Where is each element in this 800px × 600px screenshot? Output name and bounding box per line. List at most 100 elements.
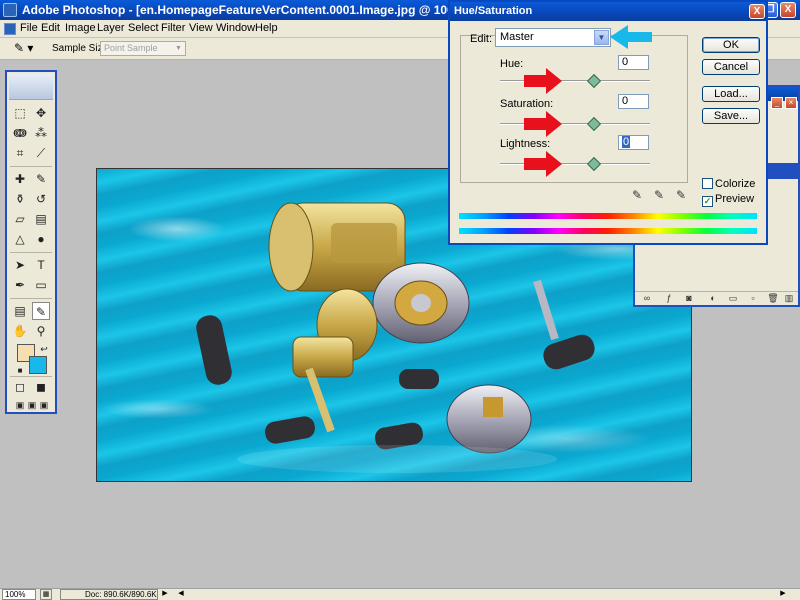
ok-button[interactable]: OK — [702, 37, 760, 53]
clone-stamp-tool-icon[interactable]: ⚱ — [11, 190, 29, 208]
edit-channel-select[interactable]: Master ▼ — [495, 28, 611, 47]
hand-tool-icon[interactable]: ✋ — [11, 322, 29, 340]
magic-wand-tool-icon[interactable]: ⁂ — [32, 124, 50, 142]
menu-file[interactable]: File — [20, 22, 38, 34]
notes-tool-icon[interactable]: ▤ — [11, 302, 29, 320]
slice-tool-icon[interactable]: ⟋ — [32, 144, 50, 162]
status-bar: 100% ▦ Doc: 890.6K/890.6K ▶ ◀ ▶ — [0, 588, 800, 600]
preview-checkbox-box[interactable]: ✓ — [702, 196, 713, 207]
subtract-from-sample-eyedropper-icon[interactable]: ✎ — [676, 188, 690, 202]
colorize-checkbox[interactable]: Colorize — [702, 178, 755, 190]
zoom-tool-icon[interactable]: ⚲ — [32, 322, 50, 340]
photoshop-logo-icon — [3, 3, 17, 17]
palette-minimize-icon[interactable]: _ — [771, 97, 783, 109]
blur-tool-icon[interactable]: △ — [11, 230, 29, 248]
cancel-button[interactable]: Cancel — [702, 59, 760, 75]
output-color-bar — [459, 228, 757, 234]
new-layer-icon[interactable]: ▫ — [747, 292, 759, 304]
toolbox-divider — [10, 298, 52, 299]
toolbox-divider — [10, 376, 52, 377]
crop-tool-icon[interactable]: ⌗ — [11, 144, 29, 162]
sample-size-value: Point Sample — [104, 43, 158, 53]
selected-layer-row[interactable] — [763, 163, 798, 179]
standard-mode-icon[interactable]: ◻ — [11, 378, 29, 396]
hue-input[interactable]: 0 — [618, 55, 649, 70]
colorize-label: Colorize — [715, 178, 756, 190]
blue-arrow-edit-annotation — [610, 25, 652, 49]
saturation-slider-track[interactable] — [500, 123, 650, 125]
dialog-close-button[interactable]: X — [749, 4, 765, 19]
path-selection-tool-icon[interactable]: ➤ — [11, 256, 29, 274]
dodge-tool-icon[interactable]: ● — [32, 230, 50, 248]
type-tool-icon[interactable]: T — [32, 256, 50, 274]
input-color-bar — [459, 213, 757, 219]
brush-tool-icon[interactable]: ✎ — [32, 170, 50, 188]
hue-label: Hue: — [500, 58, 524, 70]
eyedropper-icon[interactable]: ✎ — [632, 188, 646, 202]
menu-window[interactable]: Window — [216, 22, 255, 34]
screen-mode-full-icon[interactable]: ▣ — [35, 396, 53, 414]
shape-tool-icon[interactable]: ▭ — [32, 276, 50, 294]
window-title: Adobe Photoshop - [en.HomepageFeatureVer… — [22, 3, 517, 17]
menu-image[interactable]: Image — [65, 22, 96, 34]
adobe-feather-icon[interactable] — [9, 74, 53, 100]
history-brush-tool-icon[interactable]: ↺ — [32, 190, 50, 208]
palette-close-icon[interactable]: × — [785, 97, 797, 109]
lightness-slider-track[interactable] — [500, 163, 650, 165]
gradient-tool-icon[interactable]: ▤ — [32, 210, 50, 228]
layer-style-icon[interactable]: ƒ — [663, 292, 675, 304]
menu-filter[interactable]: Filter — [161, 22, 185, 34]
new-group-icon[interactable]: ▭ — [727, 292, 739, 304]
scroll-left-icon[interactable]: ◀ — [176, 589, 186, 600]
eyedropper-tool-preset-icon[interactable]: ✎ ▾ — [14, 41, 38, 57]
save-button[interactable]: Save... — [702, 108, 760, 124]
quick-mask-mode-icon[interactable]: ◼ — [32, 378, 50, 396]
move-tool-icon[interactable]: ✥ — [32, 104, 50, 122]
toolbox-divider — [10, 252, 52, 253]
status-menu-arrow-icon[interactable]: ▶ — [160, 589, 170, 600]
red-arrow-lightness-annotation — [524, 151, 562, 177]
chevron-down-icon: ▼ — [175, 45, 182, 52]
document-size-info[interactable]: Doc: 890.6K/890.6K — [60, 589, 158, 600]
edit-channel-value: Master — [500, 31, 534, 43]
lightness-input[interactable]: 0 — [618, 135, 649, 150]
preview-checkbox[interactable]: ✓ Preview — [702, 193, 754, 207]
link-icon[interactable]: ∞ — [641, 292, 653, 304]
scroll-right-icon[interactable]: ▶ — [778, 589, 788, 600]
eraser-tool-icon[interactable]: ▱ — [11, 210, 29, 228]
dialog-title: Hue/Saturation — [450, 2, 766, 21]
eyedropper-tool-icon[interactable]: ✎ — [32, 302, 50, 320]
pen-tool-icon[interactable]: ✒ — [11, 276, 29, 294]
navigator-icon[interactable]: ▦ — [40, 589, 52, 600]
hue-slider-track[interactable] — [500, 80, 650, 82]
menu-select[interactable]: Select — [128, 22, 159, 34]
sample-size-select[interactable]: Point Sample ▼ — [100, 41, 186, 56]
healing-brush-tool-icon[interactable]: ✚ — [11, 170, 29, 188]
add-to-sample-eyedropper-icon[interactable]: ✎ — [654, 188, 668, 202]
delete-layer-icon[interactable]: 🗑 — [767, 292, 779, 304]
marquee-tool-icon[interactable]: ⬚ — [11, 104, 29, 122]
swap-colors-icon[interactable]: ↩ — [35, 340, 53, 358]
red-arrow-saturation-annotation — [524, 111, 562, 137]
saturation-label: Saturation: — [500, 98, 554, 110]
toolbox: ⬚ ✥ ↈ ⁂ ⌗ ⟋ ✚ ✎ ⚱ ↺ ▱ ▤ △ ● ➤ T ✒ ▭ ▤ ✎ — [5, 70, 57, 414]
close-button[interactable]: X — [780, 2, 796, 18]
menu-layer[interactable]: Layer — [97, 22, 125, 34]
adjustment-group — [460, 35, 688, 183]
toolbox-divider — [10, 166, 52, 167]
document-icon — [4, 23, 16, 35]
palette-bottom-toolbar: ∞ ƒ ◙ ◐ ▭ ▫ 🗑 ▥ — [635, 291, 798, 305]
layer-mask-icon[interactable]: ◙ — [683, 292, 695, 304]
colorize-checkbox-box[interactable] — [702, 178, 713, 189]
zoom-level-field[interactable]: 100% — [2, 589, 36, 600]
saturation-input[interactable]: 0 — [618, 94, 649, 109]
load-button[interactable]: Load... — [702, 86, 760, 102]
edit-label: Edit: — [470, 33, 493, 45]
menu-edit[interactable]: Edit — [41, 22, 60, 34]
new-adjustment-layer-icon[interactable]: ◐ — [707, 292, 719, 304]
lasso-tool-icon[interactable]: ↈ — [11, 124, 29, 142]
menu-view[interactable]: View — [189, 22, 213, 34]
layer-lock-icon[interactable]: ▥ — [783, 292, 795, 304]
background-color-swatch[interactable] — [29, 356, 47, 374]
menu-help[interactable]: Help — [255, 22, 278, 34]
